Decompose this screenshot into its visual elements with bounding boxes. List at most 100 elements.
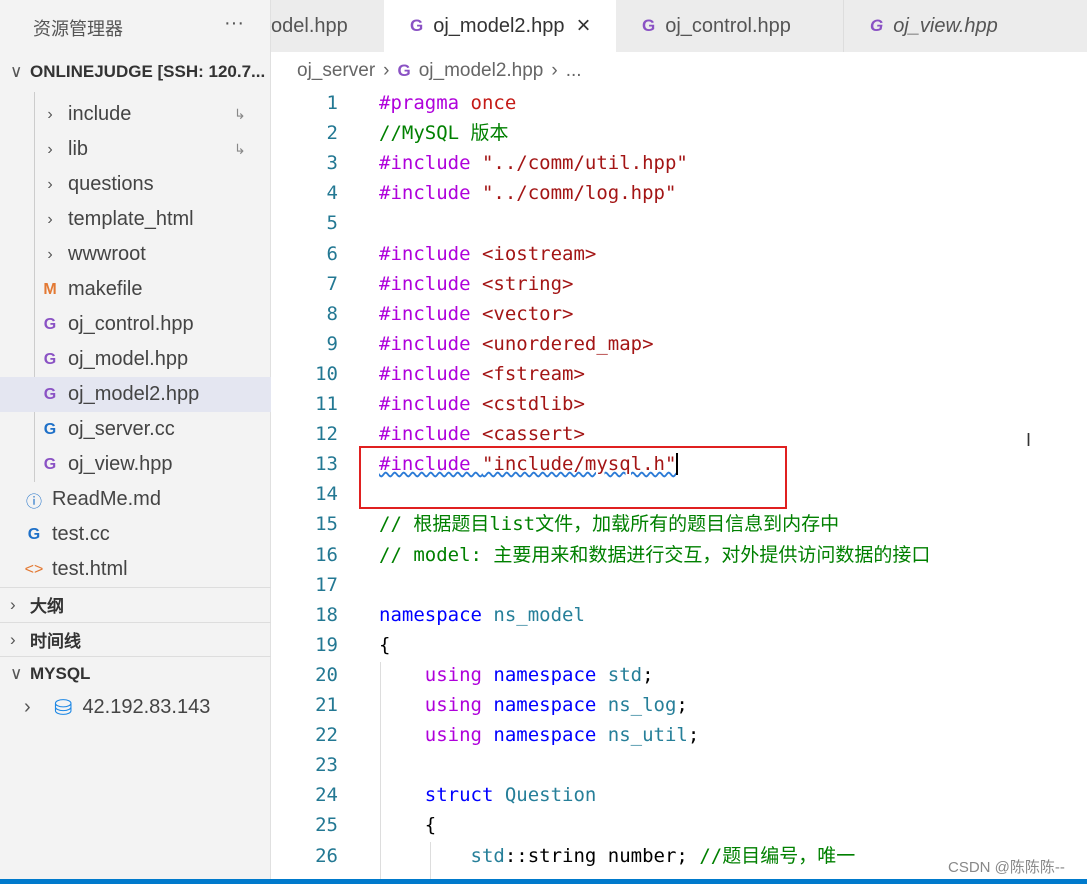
- line-number: 17: [315, 573, 338, 596]
- line-number: 25: [315, 814, 338, 837]
- cpp-file-icon: G: [397, 61, 411, 80]
- tree-item[interactable]: <> test.html: [0, 552, 271, 587]
- tree-item[interactable]: Goj_server.cc: [0, 412, 271, 447]
- tree-item-label: oj_model.hpp: [68, 348, 189, 370]
- code-line[interactable]: 23: [271, 750, 1087, 780]
- cpp-file-icon: G: [870, 16, 884, 35]
- code-text: // model: 主要用来和数据进行交互，对外提供访问数据的接口: [379, 540, 930, 570]
- line-number: 1: [326, 92, 338, 114]
- chevron-right-icon: ›: [47, 210, 53, 228]
- tree-item[interactable]: › template_html: [0, 202, 271, 237]
- more-actions-button[interactable]: ···: [224, 12, 244, 35]
- cpp-file-icon: G: [43, 315, 57, 333]
- line-number: 5: [326, 212, 338, 235]
- code-line[interactable]: 20 using namespace std;: [271, 660, 1087, 690]
- code-line[interactable]: 12 #include <cassert>: [271, 419, 1087, 449]
- code-token: ns_model: [493, 603, 585, 626]
- code-line[interactable]: 4 #include "../comm/log.hpp": [271, 178, 1087, 208]
- code-line[interactable]: 6 #include <iostream>: [271, 239, 1087, 269]
- workspace-header[interactable]: ∨ ONLINEJUDGE [SSH: 120.7...: [0, 55, 271, 89]
- html-file-icon: <>: [24, 560, 44, 578]
- code-line[interactable]: 25 {: [271, 810, 1087, 840]
- line-number: 11: [315, 393, 338, 415]
- breadcrumb-file[interactable]: oj_model2.hpp: [419, 60, 544, 82]
- chevron-down-icon: ∨: [10, 663, 23, 683]
- tree-item[interactable]: › lib ↳: [0, 132, 271, 167]
- code-text: // 根据题目list文件，加载所有的题目信息到内存中: [379, 509, 839, 539]
- section-mysql[interactable]: ∨ MYSQL: [0, 656, 271, 690]
- code-token: "../comm/util.hpp": [481, 152, 688, 175]
- code-line[interactable]: 17: [271, 570, 1087, 600]
- code-line[interactable]: 3 #include "../comm/util.hpp": [271, 148, 1087, 178]
- tab-oj-control[interactable]: Goj_control.hpp: [616, 0, 844, 52]
- code-line[interactable]: 10 #include <fstream>: [271, 359, 1087, 389]
- code-line[interactable]: 18 namespace ns_model: [271, 600, 1087, 630]
- code-token: <string>: [481, 272, 574, 295]
- code-token: <unordered_map>: [481, 332, 654, 355]
- line-number: 19: [315, 633, 338, 656]
- cpp-file-icon: G: [642, 16, 656, 35]
- code-token: #include: [379, 332, 482, 355]
- code-line[interactable]: 16 // model: 主要用来和数据进行交互，对外提供访问数据的接口: [271, 540, 1087, 570]
- tree-item[interactable]: Goj_view.hpp: [0, 447, 271, 482]
- tree-item[interactable]: Mmakefile: [0, 272, 271, 307]
- code-text: #include "../comm/log.hpp": [379, 178, 676, 208]
- mysql-connection[interactable]: › ⛁ 42.192.83.143: [0, 690, 271, 725]
- code-line[interactable]: 21 using namespace ns_log;: [271, 690, 1087, 720]
- code-line[interactable]: 11 #include <cstdlib>: [271, 389, 1087, 419]
- cpp-file-icon: G: [43, 350, 57, 368]
- explorer-title: 资源管理器: [33, 19, 123, 39]
- code-text: #pragma once: [379, 88, 516, 118]
- tree-item[interactable]: › questions: [0, 167, 271, 202]
- line-number: 6: [326, 242, 338, 265]
- code-token: ;: [676, 694, 688, 716]
- tab-oj-view[interactable]: Goj_view.hpp: [844, 0, 1044, 52]
- tree-item[interactable]: › include ↳: [0, 97, 271, 132]
- breadcrumb-symbol[interactable]: ...: [566, 60, 582, 82]
- tree-item[interactable]: Goj_control.hpp: [0, 307, 271, 342]
- code-line[interactable]: 2 //MySQL 版本: [271, 118, 1087, 148]
- line-number: 10: [315, 362, 338, 385]
- code-text: #include <unordered_map>: [379, 329, 654, 359]
- code-line[interactable]: 19 {: [271, 630, 1087, 660]
- code-line[interactable]: 9 #include <unordered_map>: [271, 329, 1087, 359]
- code-text: using namespace std;: [379, 660, 654, 690]
- code-token: <cassert>: [481, 423, 585, 446]
- code-line[interactable]: 8 #include <vector>: [271, 299, 1087, 329]
- code-token: using: [379, 694, 494, 716]
- breadcrumb: oj_server › Goj_model2.hpp ›...: [297, 60, 582, 82]
- cpp-file-icon: G: [43, 420, 57, 438]
- code-line[interactable]: 24 struct Question: [271, 780, 1087, 810]
- breadcrumb-folder[interactable]: oj_server: [297, 60, 375, 82]
- line-number: 4: [326, 182, 338, 205]
- makefile-icon: M: [43, 280, 57, 298]
- database-icon: ⛁: [54, 694, 73, 720]
- tree-item[interactable]: Goj_model.hpp: [0, 342, 271, 377]
- line-number: 2: [326, 122, 338, 145]
- tree-item[interactable]: ⓘ ReadMe.md: [0, 482, 271, 517]
- close-tab-button[interactable]: ×: [576, 12, 590, 40]
- code-token: using: [379, 663, 494, 686]
- tab-oj-model[interactable]: odel.hpp: [271, 0, 384, 52]
- code-token: //MySQL 版本: [379, 122, 509, 145]
- line-number: 14: [315, 483, 338, 506]
- tree-item-label: ReadMe.md: [52, 488, 161, 510]
- code-token: #include: [379, 242, 482, 265]
- code-token: ::string number;: [504, 844, 700, 867]
- chevron-right-icon: ›: [10, 629, 16, 649]
- code-line[interactable]: 7 #include <string>: [271, 269, 1087, 299]
- code-line[interactable]: 1 #pragma once: [271, 88, 1087, 118]
- tree-item[interactable]: › wwwroot: [0, 237, 271, 272]
- code-token: <cstdlib>: [481, 393, 585, 415]
- section-timeline[interactable]: › 时间线: [0, 622, 271, 656]
- code-line[interactable]: 22 using namespace ns_util;: [271, 720, 1087, 750]
- tree-item[interactable]: Goj_model2.hpp: [0, 377, 271, 412]
- section-outline[interactable]: › 大纲: [0, 587, 271, 621]
- code-line[interactable]: 15 // 根据题目list文件，加载所有的题目信息到内存中: [271, 509, 1087, 539]
- code-token: struct: [379, 784, 505, 807]
- code-line[interactable]: 5: [271, 208, 1087, 238]
- chevron-down-icon: ∨: [10, 62, 23, 81]
- tab-oj-model2[interactable]: Goj_model2.hpp ×: [384, 0, 616, 52]
- tree-item-label: test.cc: [52, 523, 110, 545]
- tree-item[interactable]: Gtest.cc: [0, 517, 271, 552]
